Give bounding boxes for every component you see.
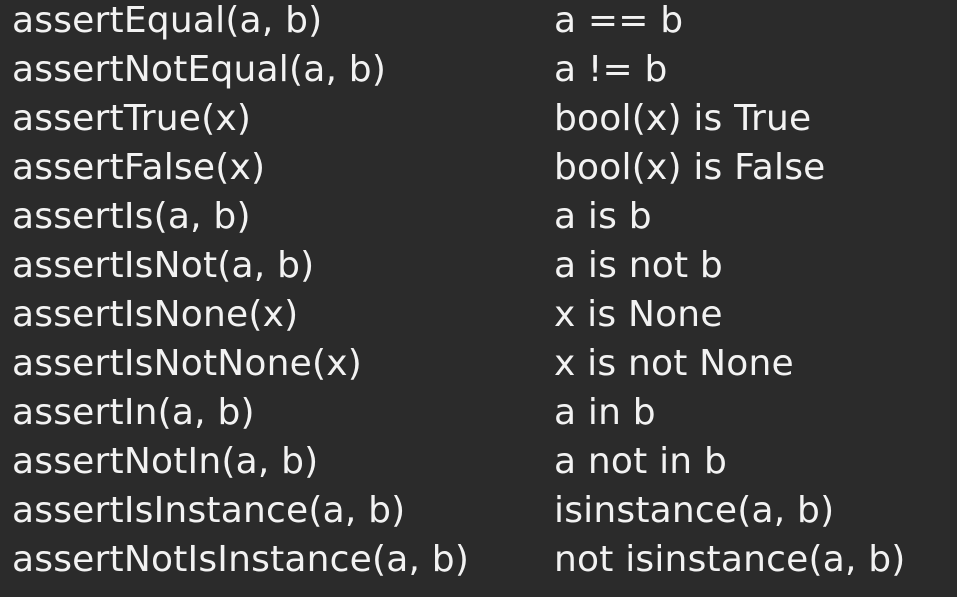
equivalent-expression: bool(x) is True [554,98,812,139]
equivalent-expression: a != b [554,49,668,90]
equivalent-expression: isinstance(a, b) [554,490,835,531]
equivalent-expression: x is not None [554,343,794,384]
assertion-row-assert-equal: assertEqual(a, b) a == b [0,0,957,45]
method-name: assertTrue(x) [12,98,252,139]
method-name: assertFalse(x) [12,147,266,188]
equivalent-expression: not isinstance(a, b) [554,539,906,580]
assertion-row-assert-false: assertFalse(x) bool(x) is False [0,143,957,192]
method-name: assertIsNone(x) [12,294,299,335]
assertion-row-assert-true: assertTrue(x) bool(x) is True [0,94,957,143]
method-name: assertIs(a, b) [12,196,251,237]
assertion-row-assert-is-none: assertIsNone(x) x is None [0,290,957,339]
method-name: assertNotIn(a, b) [12,441,319,482]
method-name: assertEqual(a, b) [12,0,323,41]
assertion-table: assertEqual(a, b) a == b assertNotEqual(… [0,0,957,597]
assertion-row-assert-is-not: assertIsNot(a, b) a is not b [0,241,957,290]
assertion-row-assert-is-instance: assertIsInstance(a, b) isinstance(a, b) [0,486,957,535]
assertion-row-assert-not-in: assertNotIn(a, b) a not in b [0,437,957,486]
method-name: assertNotEqual(a, b) [12,49,387,90]
assertion-row-assert-not-is-instance: assertNotIsInstance(a, b) not isinstance… [0,535,957,584]
assertion-row-assert-in: assertIn(a, b) a in b [0,388,957,437]
assertion-slide: assertEqual(a, b) a == b assertNotEqual(… [0,0,957,597]
equivalent-expression: a == b [554,0,684,41]
equivalent-expression: x is None [554,294,723,335]
method-name: assertNotIsInstance(a, b) [12,539,470,580]
method-name: assertIsNotNone(x) [12,343,362,384]
method-name: assertIsNot(a, b) [12,245,315,286]
equivalent-expression: bool(x) is False [554,147,826,188]
equivalent-expression: a not in b [554,441,728,482]
method-name: assertIn(a, b) [12,392,255,433]
equivalent-expression: a in b [554,392,656,433]
assertion-row-assert-is: assertIs(a, b) a is b [0,192,957,241]
assertion-row-assert-not-equal: assertNotEqual(a, b) a != b [0,45,957,94]
equivalent-expression: a is not b [554,245,723,286]
method-name: assertIsInstance(a, b) [12,490,406,531]
equivalent-expression: a is b [554,196,652,237]
assertion-row-assert-is-not-none: assertIsNotNone(x) x is not None [0,339,957,388]
